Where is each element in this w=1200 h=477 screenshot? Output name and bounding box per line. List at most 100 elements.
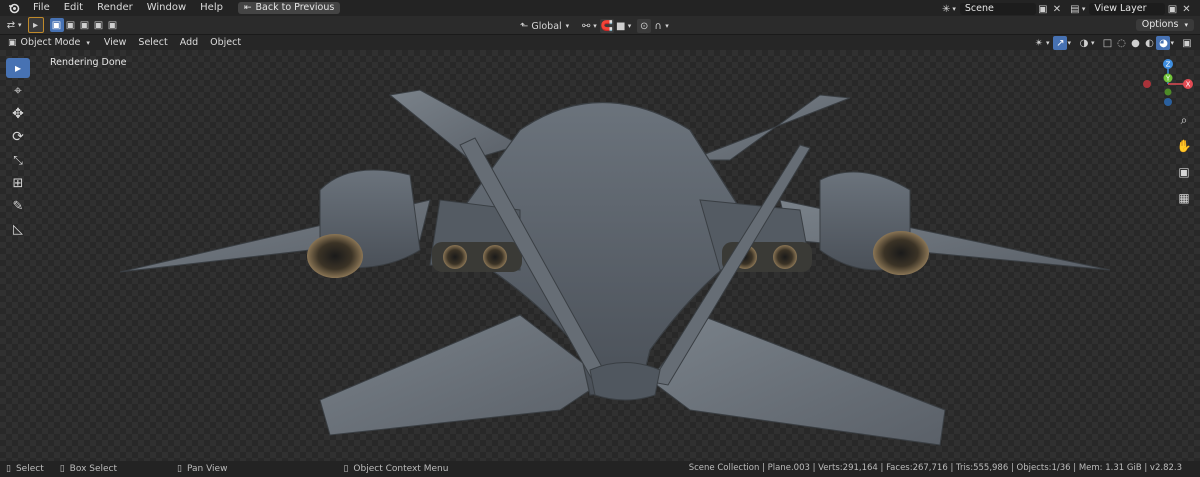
menu-edit[interactable]: Edit [57,0,90,16]
shading-wireframe-icon[interactable]: ◌ [1114,36,1128,50]
select-mode-intersect-icon[interactable]: ▣ [106,18,120,32]
mouse-icon: ▯ [59,464,65,474]
status-box-select-label: Box Select [69,464,118,474]
delete-view-layer-icon[interactable]: ✕ [1179,2,1193,16]
status-box-select: ▯ Box Select [60,464,117,474]
pivot-point-icon[interactable]: ⚯ [579,19,593,33]
scene-field[interactable]: Scene [959,3,1036,15]
status-context-menu-label: Object Context Menu [353,464,449,474]
menu-help[interactable]: Help [193,0,230,16]
select-mode-extend-icon[interactable]: ▣ [64,18,78,32]
snap-element-icon[interactable]: ■ [614,19,628,33]
orientation-icon[interactable]: ⬑ [520,21,528,32]
status-pan-view: ▯ Pan View [177,464,227,474]
scene-statistics: Scene Collection | Plane.003 | Verts:291… [688,463,1182,473]
rotate-icon: ⟳ [12,129,24,145]
tool-move[interactable]: ✥ [6,104,30,124]
shading-material-icon[interactable]: ◐ [1142,36,1156,50]
menu-view[interactable]: View [98,35,133,50]
editor-type-icon[interactable]: ⇄ [4,18,18,32]
tool-transform[interactable]: ⊞ [6,173,30,193]
tool-header: ⇄ ▾ ▸ ▣ ▣ ▣ ▣ ▣ ⬑ Global ▾ ⚯ ▾ 🧲 ■ ▾ ⊙ ∩… [0,16,1200,35]
menu-select[interactable]: Select [132,35,173,50]
menu-window[interactable]: Window [140,0,193,16]
zoom-icon: ⌕ [1180,112,1188,127]
select-tool-icon[interactable]: ▸ [27,17,44,33]
tool-cursor[interactable]: ⌖ [6,81,30,101]
pan-button[interactable]: ✋ [1174,136,1194,156]
snap-icon[interactable]: 🧲 [599,19,614,33]
gizmo-neg-y [1164,88,1172,96]
camera-icon: ▣ [1178,165,1190,179]
delete-scene-icon[interactable]: ✕ [1050,2,1064,16]
xray-icon[interactable]: □ [1100,36,1114,50]
chevron-down-icon: ▾ [1184,21,1188,29]
3d-viewport[interactable]: Rendering Done ▸ ⌖ ✥ ⟳ ⤡ ⊞ ✎ ◺ Z X Y ⌕ ✋… [0,50,1200,461]
gizmo-z-label: Z [1166,61,1171,69]
new-view-layer-icon[interactable]: ▣ [1165,2,1179,16]
menu-object[interactable]: Object [204,35,247,50]
status-bar: ▯ Select ▯ Box Select ▯ Pan View ▯ Objec… [0,461,1200,477]
tool-measure[interactable]: ◺ [6,219,30,239]
chevron-down-icon: ▾ [627,22,632,30]
back-to-previous-button[interactable]: ⇤ Back to Previous [237,2,341,14]
chevron-down-icon: ▾ [1090,39,1095,47]
shading-solid-icon[interactable]: ● [1128,36,1142,50]
falloff-icon[interactable]: ∩ [651,19,665,33]
blender-logo-icon[interactable] [8,2,20,14]
hand-icon: ✋ [1176,139,1192,153]
back-to-previous-label: Back to Previous [255,2,335,13]
status-context-menu: ▯ Object Context Menu [343,464,448,474]
transform-orientation-dropdown[interactable]: Global [531,21,561,32]
status-pan-view-label: Pan View [186,464,228,474]
spaceship-render [119,89,1111,446]
chevron-down-icon: ▾ [665,22,669,30]
new-scene-icon[interactable]: ▣ [1036,2,1050,16]
overlays-icon[interactable]: ◑ [1077,36,1091,50]
gizmo-neg-z [1164,98,1172,106]
mode-selector[interactable]: ▣ Object Mode ▾ [8,35,98,50]
crosshair-icon: ⌖ [14,83,22,99]
visibility-icon[interactable]: ✴ [1032,36,1046,50]
tool-select-box[interactable]: ▸ [6,58,30,78]
scale-icon: ⤡ [13,152,23,167]
shading-rendered-icon[interactable]: ◕ [1156,36,1171,50]
select-mode-difference-icon[interactable]: ▣ [92,18,106,32]
select-mode-new-icon[interactable]: ▣ [49,18,64,32]
nav-buttons: ⌕ ✋ ▣ ▦ [1174,110,1196,208]
viewport-header: ▣ Object Mode ▾ View Select Add Object ✴… [0,35,1200,50]
status-select-label: Select [15,464,44,474]
gizmo-neg-x [1143,80,1151,88]
menu-render[interactable]: Render [90,0,140,16]
camera-view-button[interactable]: ▣ [1174,162,1194,182]
move-icon: ✥ [12,106,24,122]
options-label: Options [1141,19,1179,30]
tool-scale[interactable]: ⤡ [6,150,30,170]
navigation-gizmo[interactable]: Z X Y [1138,56,1198,116]
tool-shelf: ▸ ⌖ ✥ ⟳ ⤡ ⊞ ✎ ◺ [6,58,30,242]
chevron-down-icon: ▾ [1170,39,1174,47]
transform-icon: ⊞ [12,175,24,191]
menu-file[interactable]: File [26,0,57,16]
view-layer-field[interactable]: View Layer [1089,3,1166,15]
chevron-down-icon: ▾ [86,38,90,47]
gizmo-toggle-icon[interactable]: ↗ [1053,36,1068,50]
mouse-middle-icon: ▯ [177,464,182,474]
back-arrow-icon: ⇤ [243,3,252,13]
scene-icon[interactable]: ✳ [942,4,950,15]
cursor-icon: ▸ [14,61,22,75]
measure-icon: ◺ [13,221,23,237]
zoom-button[interactable]: ⌕ [1174,110,1194,130]
select-mode-subtract-icon[interactable]: ▣ [78,18,92,32]
annotate-icon: ✎ [12,198,24,214]
tool-annotate[interactable]: ✎ [6,196,30,216]
tool-rotate[interactable]: ⟳ [6,127,30,147]
mode-label: Object Mode [20,37,81,48]
perspective-toggle-button[interactable]: ▦ [1174,188,1194,208]
sidebar-toggle-icon[interactable]: ▣ [1180,36,1194,50]
menu-add[interactable]: Add [174,35,204,50]
view-layer-icon[interactable]: ▤ [1068,2,1082,16]
status-select: ▯ Select [6,464,44,474]
proportional-editing-icon[interactable]: ⊙ [637,19,652,33]
options-button[interactable]: Options ▾ [1135,19,1194,31]
